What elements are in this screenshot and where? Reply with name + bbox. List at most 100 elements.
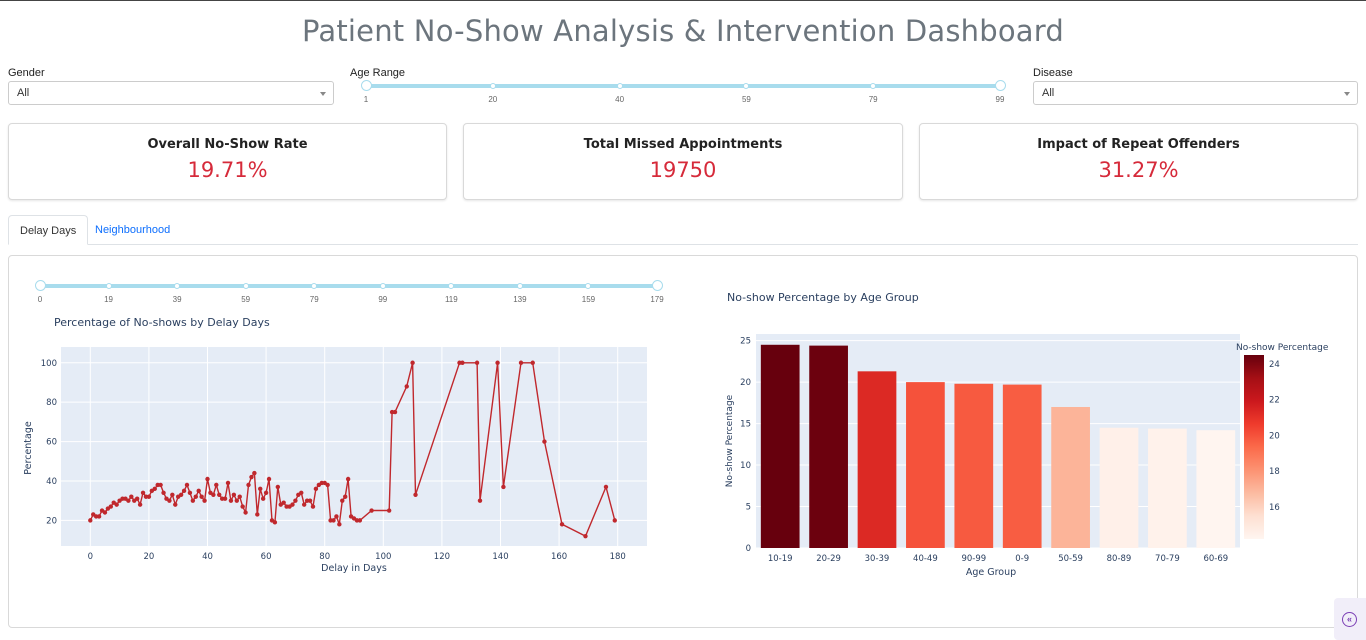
- disease-dropdown[interactable]: All: [1033, 81, 1358, 105]
- delay-slider-tick-label: 0: [37, 295, 43, 304]
- data-point: [214, 482, 219, 488]
- data-point: [146, 494, 152, 499]
- gender-dropdown[interactable]: All: [8, 81, 334, 105]
- data-point: [313, 486, 319, 492]
- delay-slider-track[interactable]: [40, 284, 657, 288]
- gender-dropdown-value: All: [17, 87, 30, 99]
- data-point: [357, 518, 363, 523]
- delay-slider-mark: [311, 283, 318, 289]
- delay-slider-tick-label: 139: [513, 295, 527, 304]
- chevron-down-icon: [1344, 92, 1350, 96]
- x-tick-label: 20: [143, 552, 154, 562]
- data-point: [337, 522, 342, 527]
- age-slider-handle-max[interactable]: [994, 80, 1006, 91]
- data-point: [249, 474, 254, 480]
- delay-slider-mark: [585, 283, 592, 289]
- bar-60-69: [1196, 430, 1236, 548]
- data-point: [243, 510, 248, 515]
- delay-slider-handle-min[interactable]: [34, 280, 46, 291]
- data-point: [386, 508, 392, 513]
- age-group-bar-chart: No-show Percentage by Age Group 0 5 10 15 20…: [725, 291, 1329, 578]
- tab-delay-days[interactable]: Delay Days: [8, 215, 89, 245]
- data-point: [334, 514, 339, 519]
- y-tick-label: 20: [740, 378, 751, 388]
- kpi-title: Total Missed Appointments: [583, 137, 783, 152]
- delay-slider-tick-label: 159: [581, 295, 596, 304]
- x-tick-label: 100: [375, 552, 391, 562]
- data-point: [266, 476, 272, 482]
- data-point: [559, 522, 565, 527]
- bar-20-29: [809, 345, 848, 548]
- top-border: [0, 0, 1366, 1]
- data-point: [108, 504, 114, 509]
- age-slider-tick-label: 59: [741, 95, 751, 104]
- x-tick-label: 10-19: [768, 554, 793, 564]
- data-point: [217, 492, 222, 497]
- data-point: [542, 439, 547, 444]
- delay-slider-tick-label: 179: [650, 295, 664, 304]
- y-tick-label: 0: [746, 544, 751, 554]
- tab-neighbourhood[interactable]: Neighbourhood: [84, 215, 181, 245]
- bar-80-89: [1099, 427, 1139, 548]
- y-tick-label: 20: [46, 516, 57, 526]
- colorbar-tick-label: 18: [1269, 467, 1280, 477]
- disease-label: Disease: [1033, 67, 1073, 79]
- data-point: [258, 486, 263, 492]
- x-axis-label: Delay in Days: [321, 563, 387, 574]
- kpi-card-repeat-offenders: Impact of Repeat Offenders 31.27%: [919, 123, 1358, 200]
- age-slider-track[interactable]: [366, 84, 1000, 88]
- x-tick-label: 60: [261, 552, 272, 562]
- data-point: [211, 492, 216, 497]
- data-point: [234, 498, 239, 503]
- delay-slider-tick-label: 79: [309, 295, 319, 304]
- data-point: [193, 494, 198, 499]
- bar-40-49: [906, 382, 945, 548]
- delay-days-panel: 0 19 39 59 79 99 119 139 159 179 Percentage of No…: [8, 255, 1358, 628]
- kpi-value: 19.71%: [187, 158, 268, 182]
- data-point: [187, 490, 193, 496]
- data-point: [178, 492, 184, 497]
- data-point: [181, 488, 187, 494]
- age-range-slider[interactable]: 1 20 40 59 79 99: [360, 80, 1006, 105]
- colorbar-tick-label: 24: [1269, 360, 1280, 370]
- data-point: [404, 384, 409, 389]
- data-point: [474, 360, 480, 365]
- data-point: [477, 498, 483, 503]
- x-tick-label: 0: [88, 552, 93, 562]
- age-slider-tick-label: 40: [615, 95, 625, 104]
- data-point: [231, 492, 237, 497]
- y-tick-label: 80: [46, 398, 57, 408]
- delay-slider-mark: [105, 283, 112, 289]
- delay-slider-mark: [242, 283, 249, 289]
- page-title: Patient No-Show Analysis & Intervention …: [302, 14, 1064, 48]
- age-slider-handle-min[interactable]: [360, 80, 372, 91]
- x-tick-label: 90-99: [961, 554, 986, 564]
- collapse-button[interactable]: «: [1334, 598, 1366, 640]
- data-point: [325, 482, 330, 488]
- x-tick-label: 40-49: [913, 554, 938, 564]
- data-point: [126, 498, 131, 503]
- data-point: [140, 490, 146, 496]
- x-tick-label: 40: [202, 552, 213, 562]
- y-tick-label: 100: [41, 359, 57, 369]
- data-point: [205, 476, 210, 482]
- age-slider-tick-label: 20: [488, 95, 498, 104]
- y-tick-label: 5: [746, 503, 751, 513]
- x-tick-label: 60-69: [1203, 554, 1228, 564]
- delay-slider-handle-max[interactable]: [651, 280, 663, 291]
- kpi-title: Impact of Repeat Offenders: [1037, 137, 1240, 152]
- data-point: [603, 484, 609, 490]
- x-tick-label: 20-29: [816, 554, 841, 564]
- bar-70-79: [1148, 428, 1187, 548]
- delay-days-slider[interactable]: 0 19 39 59 79 99 119 139 159 179: [34, 280, 664, 305]
- data-point: [173, 502, 178, 507]
- kpi-card-no-show-rate: Overall No-Show Rate 19.71%: [8, 123, 447, 200]
- kpi-title: Overall No-Show Rate: [147, 137, 308, 152]
- data-point: [272, 520, 278, 525]
- delay-slider-tick-label: 99: [378, 295, 388, 304]
- age-slider-mark: [616, 83, 623, 89]
- age-slider-tick-label: 79: [868, 95, 878, 104]
- colorbar-ticks: 16 18 20 22 24: [1269, 360, 1280, 513]
- data-point: [170, 492, 175, 497]
- colorbar-tick-label: 16: [1269, 503, 1280, 513]
